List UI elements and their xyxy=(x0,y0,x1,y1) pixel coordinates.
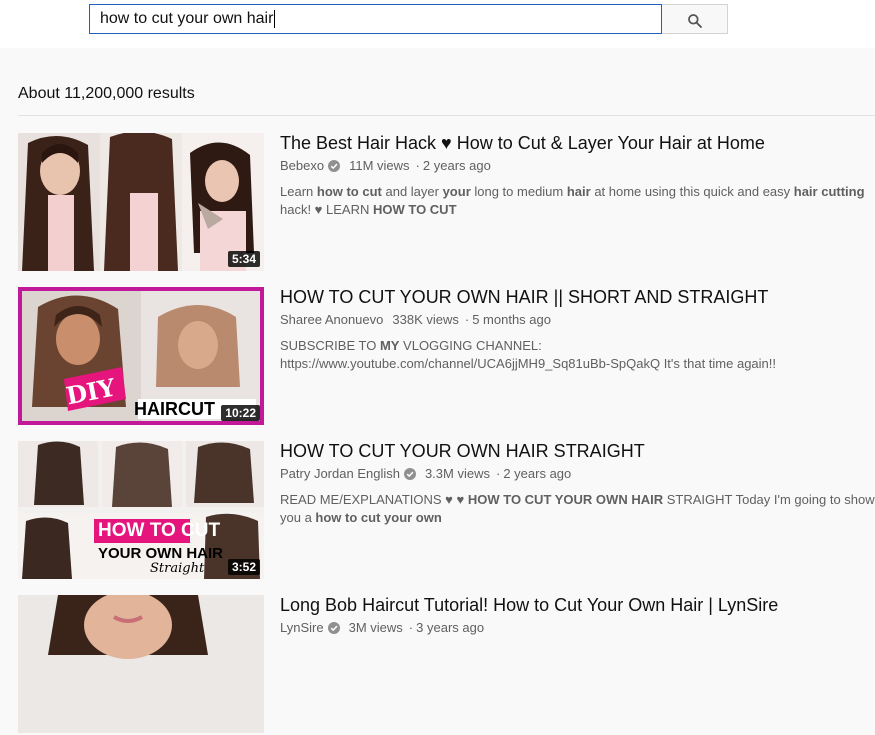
video-thumbnail[interactable]: DIY HAIRCUT 10:22 xyxy=(18,287,264,425)
verified-badge-icon xyxy=(327,622,340,634)
text-caret xyxy=(274,9,276,28)
description-highlight: how to cut xyxy=(316,184,382,199)
search-input[interactable]: how to cut your own hair xyxy=(89,4,662,34)
thumbnail-image xyxy=(18,595,264,733)
description-highlight: how to cut your own xyxy=(315,510,442,525)
thumbnail-yourownhair-text: YOUR OWN HAIR xyxy=(98,545,223,562)
video-description: READ ME/EXPLANATIONS ♥ ♥ HOW TO CUT YOUR… xyxy=(280,491,875,527)
search-button[interactable] xyxy=(662,4,728,34)
video-duration: 5:34 xyxy=(227,251,260,267)
video-title[interactable]: Long Bob Haircut Tutorial! How to Cut Yo… xyxy=(280,595,778,616)
upload-age: 3 years ago xyxy=(416,620,485,635)
upload-age: 2 years ago xyxy=(422,158,491,173)
upload-age: 5 months ago xyxy=(472,312,551,327)
video-title[interactable]: The Best Hair Hack ♥ How to Cut & Layer … xyxy=(280,133,765,154)
description-text: Learn xyxy=(280,184,317,199)
video-result[interactable]: DIY HAIRCUT 10:22 HOW TO CUT YOUR OWN HA… xyxy=(18,287,875,427)
description-highlight: HOW TO CUT xyxy=(372,202,457,217)
video-thumbnail[interactable] xyxy=(18,595,264,733)
video-meta: Patry Jordan English 3.3M views · 2 years a… xyxy=(280,466,572,481)
video-meta: Bebexo 11M views · 2 years ago xyxy=(280,158,491,173)
description-highlight: hair xyxy=(566,184,591,199)
verified-badge-icon xyxy=(328,160,341,172)
video-title[interactable]: HOW TO CUT YOUR OWN HAIR STRAIGHT xyxy=(280,441,645,462)
video-result[interactable]: HOW TO CUT YOUR OWN HAIR Straight 3:52 H… xyxy=(18,441,875,581)
video-result[interactable]: Long Bob Haircut Tutorial! How to Cut Yo… xyxy=(18,595,875,735)
search-icon xyxy=(688,14,702,28)
description-highlight: your xyxy=(442,184,471,199)
description-text: at home using this quick and easy xyxy=(590,184,794,199)
thumbnail-image xyxy=(18,133,264,271)
divider xyxy=(18,115,875,116)
view-count: 3.3M views xyxy=(424,466,490,481)
channel-name[interactable]: Bebexo xyxy=(280,158,324,173)
channel-name[interactable]: LynSire xyxy=(280,620,324,635)
video-duration: 10:22 xyxy=(221,405,260,421)
description-text: READ ME/EXPLANATIONS ♥ ♥ xyxy=(280,492,468,507)
thumbnail-straight-text: Straight xyxy=(150,561,205,576)
description-text: hack! ♥ LEARN xyxy=(280,202,373,217)
video-thumbnail[interactable]: HOW TO CUT YOUR OWN HAIR Straight 3:52 xyxy=(18,441,264,579)
view-count: 11M views xyxy=(349,158,410,173)
description-text: and layer xyxy=(381,184,443,199)
description-text: long to medium xyxy=(470,184,567,199)
channel-name[interactable]: Sharee Anonuevo xyxy=(280,312,383,327)
video-meta: Sharee Anonuevo 338K views · 5 months ago xyxy=(280,312,551,327)
upload-age: 2 years ago xyxy=(503,466,572,481)
video-description: Learn how to cut and layer your long to … xyxy=(280,183,875,219)
verified-badge-icon xyxy=(403,468,416,480)
thumbnail-haircut-text: HAIRCUT xyxy=(134,399,215,419)
video-thumbnail[interactable]: 5:34 xyxy=(18,133,264,271)
description-text: SUBSCRIBE TO xyxy=(280,338,380,353)
view-count: 338K views xyxy=(392,312,459,327)
channel-name[interactable]: Patry Jordan English xyxy=(280,466,400,481)
thumbnail-howtocut-text: HOW TO CUT xyxy=(98,520,221,541)
description-highlight: HOW TO CUT YOUR OWN HAIR xyxy=(467,492,664,507)
video-description: SUBSCRIBE TO MY VLOGGING CHANNEL: https:… xyxy=(280,337,875,373)
view-count: 3M views xyxy=(348,620,403,635)
masthead: how to cut your own hair xyxy=(0,0,875,48)
video-result[interactable]: 5:34 The Best Hair Hack ♥ How to Cut & L… xyxy=(18,133,875,273)
video-meta: LynSire 3M views · 3 years ago xyxy=(280,620,485,635)
description-highlight: MY xyxy=(379,338,400,353)
search-query-text: how to cut your own hair xyxy=(100,10,274,27)
video-title[interactable]: HOW TO CUT YOUR OWN HAIR || SHORT AND ST… xyxy=(280,287,768,308)
video-duration: 3:52 xyxy=(227,559,260,575)
description-highlight: hair cutting xyxy=(793,184,865,199)
results-count: About 11,200,000 results xyxy=(18,85,195,102)
